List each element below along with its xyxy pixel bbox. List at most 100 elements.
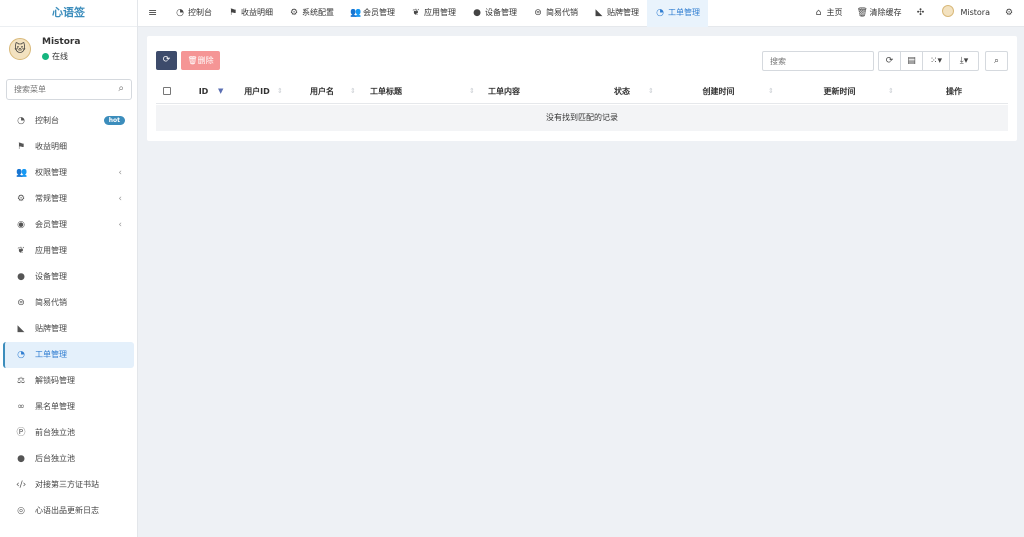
sidebar-item-label: 贴牌管理: [35, 324, 67, 333]
nav-tabs: ◔ 控制台 ⚑ 收益明细 ⚙ 系统配置 👥 会员管理 ❦ 应用管理 ● 设备管理 ⊜ 简易代销…: [167, 0, 708, 27]
users-icon: 👥: [16, 168, 28, 178]
tab-devices[interactable]: ● 设备管理: [464, 0, 525, 27]
balance-scale-icon: ⚖: [16, 376, 26, 386]
user-panel: 🐱 Mistora 在线: [0, 27, 137, 72]
tab-label: 应用管理: [424, 8, 456, 17]
flag-icon: ⚑: [16, 142, 26, 152]
sidebar-item-resale[interactable]: ⊜ 简易代销: [0, 290, 138, 316]
clear-cache-button[interactable]: 🗑 清除缓存: [849, 0, 908, 27]
user-menu-name: Mistora: [960, 8, 990, 17]
sidebar-item-third-party-cert[interactable]: ‹/› 对接第三方证书站: [0, 472, 138, 498]
clear-cache-label: 清除缓存: [869, 8, 902, 17]
sidebar-item-blacklist[interactable]: ∞ 黑名单管理: [0, 394, 138, 420]
sidebar-item-label: 控制台: [35, 116, 59, 125]
user-status: 在线: [42, 51, 68, 62]
navbar-right: ⌂ 主页 🗑 清除缓存 ✣ Mistora ⚙: [806, 0, 1024, 27]
tab-tickets[interactable]: ◔ 工单管理: [647, 0, 708, 27]
refresh-icon: ⟳: [162, 55, 171, 65]
sidebar-item-oem[interactable]: ◣ 贴牌管理: [0, 316, 138, 342]
sidebar-item-tickets[interactable]: ◔ 工单管理: [3, 342, 134, 368]
tab-label: 会员管理: [363, 8, 395, 17]
table-refresh-button[interactable]: ⟳: [878, 51, 901, 71]
dashboard-icon: ◔: [17, 116, 25, 126]
columns-dropdown-button[interactable]: ⁙▾: [922, 51, 950, 71]
tab-earnings[interactable]: ⚑ 收益明细: [220, 0, 281, 27]
sort-icon: ⇕: [888, 87, 894, 95]
sidebar-item-apps[interactable]: ❦ 应用管理: [0, 238, 138, 264]
tab-label: 收益明细: [241, 8, 273, 17]
sidebar-item-label: 常规管理: [35, 194, 67, 203]
expand-icon: ✣: [916, 8, 925, 18]
user-status-text: 在线: [52, 52, 68, 61]
home-icon: ⌂: [815, 8, 822, 18]
dashboard-icon: ◔: [176, 8, 184, 18]
column-header-username[interactable]: 用户名: [297, 79, 347, 104]
cogs-icon: ⚙: [16, 194, 26, 204]
tab-members[interactable]: 👥 会员管理: [342, 0, 403, 27]
tab-apps[interactable]: ❦ 应用管理: [403, 0, 464, 27]
sidebar-item-front-pool[interactable]: Ⓟ 前台独立池: [0, 420, 138, 446]
sidebar-item-unlock-codes[interactable]: ⚖ 解锁码管理: [0, 368, 138, 394]
sidebar-item-permissions[interactable]: 👥 权限管理 ‹: [0, 160, 138, 186]
sidebar-menu: ◔ 控制台 hot ⚑ 收益明细 👥 权限管理 ‹ ⚙ 常规管理 ‹ ◉ 会员管理 ‹ ❦ 应用管理…: [0, 108, 138, 524]
sidebar-item-label: 应用管理: [35, 246, 67, 255]
column-header-updated-at[interactable]: 更新时间: [812, 79, 867, 104]
select-all-checkbox[interactable]: [163, 87, 171, 95]
download-icon: ⤓▾: [959, 56, 969, 66]
circle-icon: ●: [473, 8, 481, 18]
sidebar-item-label: 对接第三方证书站: [35, 480, 99, 489]
sidebar-item-label: 简易代销: [35, 298, 67, 307]
settings-button[interactable]: ⚙: [997, 0, 1024, 27]
table-header: ID ▼ 用户ID ⇕ 用户名 ⇕ 工单标题 ⇕ 工单内容 状态 ⇕ 创建时间 …: [156, 79, 1008, 104]
refresh-button[interactable]: ⟳: [156, 51, 177, 70]
bicycle-icon: ∞: [17, 402, 25, 412]
online-dot-icon: [42, 53, 49, 60]
delete-button[interactable]: 🗑删除: [181, 51, 220, 70]
tab-system-config[interactable]: ⚙ 系统配置: [281, 0, 342, 27]
tab-resale[interactable]: ⊜ 简易代销: [525, 0, 586, 27]
avatar: [942, 5, 955, 17]
menu-toggle-icon[interactable]: ≡: [148, 0, 157, 26]
sidebar-item-changelog[interactable]: ◎ 心语出品更新日志: [0, 498, 138, 524]
sidebar-item-members[interactable]: ◉ 会员管理 ‹: [0, 212, 138, 238]
column-header-status[interactable]: 状态: [596, 79, 648, 104]
advanced-search-button[interactable]: ⌕: [985, 51, 1008, 71]
column-header-ticket-content[interactable]: 工单内容: [474, 79, 534, 104]
tab-label: 设备管理: [485, 8, 517, 17]
sort-icon: ⇕: [277, 87, 283, 95]
sidebar-item-dashboard[interactable]: ◔ 控制台 hot: [0, 108, 138, 134]
code-icon: ‹/›: [16, 480, 27, 490]
sidebar-item-label: 解锁码管理: [35, 376, 75, 385]
fullscreen-button[interactable]: ✣: [908, 0, 935, 27]
sort-icon: ⇕: [768, 87, 774, 95]
eye-icon: ◎: [17, 506, 25, 516]
cog-icon: ⚙: [289, 8, 299, 18]
export-dropdown-button[interactable]: ⤓▾: [949, 51, 979, 71]
home-link[interactable]: ⌂ 主页: [806, 0, 849, 27]
table-search-input[interactable]: [762, 51, 874, 71]
user-circle-icon: ◉: [17, 220, 25, 230]
circle-dots-icon: ⊜: [534, 8, 542, 18]
sidebar-item-devices[interactable]: ● 设备管理: [0, 264, 138, 290]
tags-icon: ◣: [17, 324, 25, 334]
tab-dashboard[interactable]: ◔ 控制台: [167, 0, 220, 27]
sidebar-item-general[interactable]: ⚙ 常规管理 ‹: [0, 186, 138, 212]
toggle-view-button[interactable]: ▤: [900, 51, 923, 71]
column-header-id[interactable]: ID: [186, 79, 221, 104]
search-icon[interactable]: ⌕: [118, 83, 124, 94]
tab-label: 简易代销: [546, 8, 578, 17]
user-menu[interactable]: Mistora: [935, 0, 997, 27]
sidebar-item-earnings[interactable]: ⚑ 收益明细: [0, 134, 138, 160]
empty-table-row: 没有找到匹配的记录: [156, 105, 1008, 131]
app-logo[interactable]: 心语签: [0, 0, 137, 27]
leaf-icon: ❦: [17, 246, 25, 256]
column-header-created-at[interactable]: 创建时间: [691, 79, 746, 104]
sidebar-item-back-pool[interactable]: ● 后台独立池: [0, 446, 138, 472]
column-header-ticket-title[interactable]: 工单标题: [356, 79, 416, 104]
tab-oem[interactable]: ◣ 贴牌管理: [586, 0, 647, 27]
tags-icon: ◣: [595, 8, 603, 18]
hot-badge: hot: [103, 116, 125, 125]
menu-search-input[interactable]: [7, 80, 107, 99]
column-header-user-id[interactable]: 用户ID: [233, 79, 281, 104]
avatar: 🐱: [9, 38, 31, 60]
